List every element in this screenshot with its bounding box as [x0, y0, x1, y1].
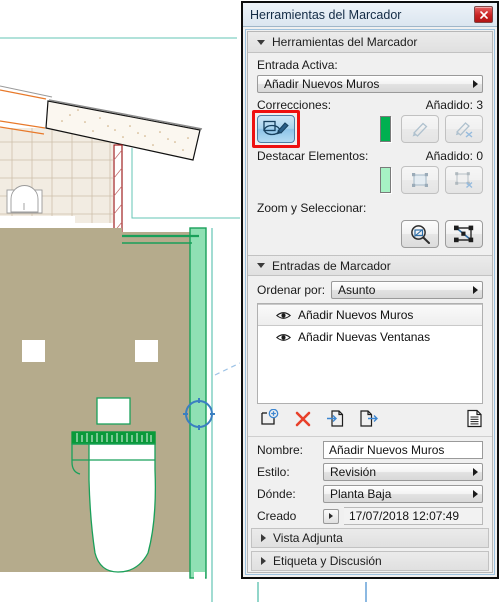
import-file-icon: [327, 410, 344, 427]
corrections-group: Correcciones: Añadido: 3: [248, 93, 492, 148]
sort-value: Asunto: [338, 283, 376, 298]
list-item[interactable]: Añadir Nuevos Muros: [258, 304, 482, 327]
vertical-wall: [113, 144, 123, 241]
eye-icon[interactable]: [276, 332, 291, 343]
chevron-down-icon: [257, 39, 265, 45]
sink-fixture: [6, 185, 43, 214]
chevron-right-icon: [473, 80, 478, 88]
corrections-label: Correcciones:: [257, 98, 332, 112]
palette-body: Herramientas del Marcador Entrada Activa…: [245, 29, 495, 575]
active-entry-group: Entrada Activa: Añadir Nuevos Muros: [248, 53, 492, 93]
active-entry-value: Añadir Nuevos Muros: [264, 77, 380, 91]
created-value: 17/07/2018 12:07:49: [344, 507, 483, 525]
close-icon[interactable]: [474, 6, 493, 23]
eye-icon[interactable]: [276, 310, 291, 321]
palette-title: Herramientas del Marcador: [250, 7, 402, 22]
section-header-attached-view[interactable]: Vista Adjunta: [251, 528, 489, 548]
section-header-entries[interactable]: Entradas de Marcador: [248, 255, 492, 277]
corrections-count: Añadido: 3: [425, 98, 483, 112]
palette-inner: Herramientas del Marcador Entrada Activa…: [247, 31, 493, 573]
highlight-count: Añadido: 0: [425, 149, 483, 163]
sort-dropdown[interactable]: Asunto: [331, 281, 483, 300]
list-item-label: Añadir Nuevos Muros: [298, 308, 414, 323]
style-field-row: Estilo: Revisión: [257, 463, 483, 481]
floor-plan-canvas[interactable]: [0, 0, 240, 602]
section-title-entries: Entradas de Marcador: [272, 258, 391, 273]
created-field-row: Creado 17/07/2018 12:07:49: [257, 507, 483, 525]
select-elements-button[interactable]: [445, 220, 483, 248]
chevron-right-icon: [473, 490, 478, 498]
chevron-right-icon: [261, 557, 266, 565]
import-entry-button[interactable]: [326, 409, 345, 433]
new-entry-button[interactable]: [260, 408, 280, 433]
chevron-right-icon: [473, 286, 478, 295]
delete-x-icon: [295, 411, 311, 426]
where-dropdown[interactable]: Planta Baja: [323, 485, 483, 503]
export-entry-button[interactable]: [359, 409, 378, 433]
where-field-row: Dónde: Planta Baja: [257, 485, 483, 503]
style-label: Estilo:: [257, 465, 290, 479]
floor-plan-drawing: [0, 0, 240, 602]
chevron-right-icon: [473, 468, 478, 476]
zoom-select-label: Zoom y Seleccionar:: [257, 201, 367, 215]
name-label: Nombre:: [257, 443, 304, 457]
corrections-color-swatch[interactable]: [380, 116, 391, 142]
section-header-tag-discussion[interactable]: Etiqueta y Discusión: [251, 551, 489, 571]
section-title-markup-tools: Herramientas del Marcador: [272, 35, 418, 49]
highlight-rect-delete-icon: [455, 172, 473, 189]
draw-correction-button[interactable]: [257, 115, 295, 143]
pencil-shape-icon: [263, 120, 289, 136]
style-dropdown[interactable]: Revisión: [323, 463, 483, 481]
edit-correction-button[interactable]: [401, 115, 439, 143]
name-input[interactable]: Añadir Nuevos Muros: [323, 441, 483, 459]
add-highlight-button[interactable]: [401, 166, 439, 194]
document-lines-icon: [467, 409, 482, 428]
highlight-rect-icon: [412, 173, 428, 187]
active-entry-dropdown[interactable]: Añadir Nuevos Muros: [257, 75, 483, 93]
sort-label: Ordenar por:: [257, 283, 326, 298]
close-glyph: [479, 10, 488, 19]
name-field-row: Nombre: Añadir Nuevos Muros: [257, 441, 483, 459]
remove-highlight-button[interactable]: [445, 166, 483, 194]
entry-form: Nombre: Añadir Nuevos Muros Estilo: Revi…: [248, 437, 492, 525]
entries-action-bar: [248, 404, 492, 437]
section-title-attached-view: Vista Adjunta: [273, 531, 343, 545]
created-label: Creado: [257, 509, 297, 523]
zoom-to-markup-button[interactable]: [401, 220, 439, 248]
palette-titlebar[interactable]: Herramientas del Marcador: [243, 3, 497, 27]
pencil-delete-icon: [455, 122, 473, 138]
select-nodes-icon: [454, 225, 474, 243]
collapsed-sections: Vista Adjunta Etiqueta y Discusión: [248, 525, 492, 572]
pencil-icon: [412, 122, 428, 137]
new-entry-icon: [261, 408, 279, 425]
export-file-icon: [360, 410, 378, 427]
delete-entry-button[interactable]: [294, 410, 312, 433]
cistern-markup: [96, 397, 131, 425]
remove-correction-button[interactable]: [445, 115, 483, 143]
where-value: Planta Baja: [330, 487, 392, 501]
list-item[interactable]: Añadir Nuevas Ventanas: [258, 326, 482, 348]
chevron-right-icon: [261, 534, 266, 542]
highlight-group: Destacar Elementos: Añadido: 0: [248, 143, 492, 194]
chevron-down-icon: [257, 263, 265, 269]
list-item-label: Añadir Nuevas Ventanas: [298, 330, 431, 345]
style-value: Revisión: [330, 465, 377, 479]
section-header-markup-tools[interactable]: Herramientas del Marcador: [248, 32, 492, 53]
zoom-select-group: Zoom y Seleccionar:: [248, 194, 492, 248]
created-expand-button[interactable]: [323, 508, 339, 524]
sort-group: Ordenar por: Asunto: [248, 276, 492, 300]
section-title-tag-discussion: Etiqueta y Discusión: [273, 554, 382, 568]
where-label: Dónde:: [257, 487, 296, 501]
entry-details-button[interactable]: [466, 409, 483, 433]
active-entry-label: Entrada Activa:: [257, 58, 338, 72]
entries-list[interactable]: Añadir Nuevos Muros Añadir Nuevas Ventan…: [257, 303, 483, 404]
chevron-right-icon: [329, 513, 333, 519]
highlight-label: Destacar Elementos:: [257, 149, 369, 163]
markup-tools-palette: Herramientas del Marcador Herramientas d…: [241, 1, 499, 579]
zoom-search-icon: [411, 225, 430, 244]
highlight-color-swatch[interactable]: [380, 167, 391, 193]
